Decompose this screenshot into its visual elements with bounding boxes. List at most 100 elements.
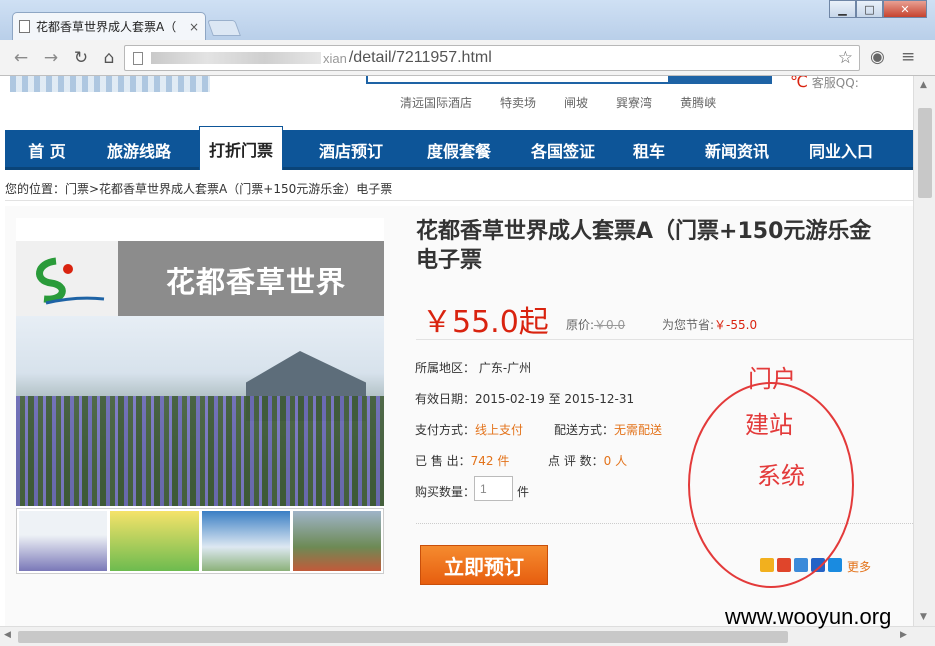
quantity-input[interactable] — [474, 476, 513, 501]
orig-label: 原价: — [566, 318, 595, 332]
sold-label: 已 售 出： — [415, 454, 471, 468]
share-more-link[interactable]: 更多 — [847, 558, 871, 574]
qq-label: 客服QQ: — [811, 76, 859, 90]
browser-window: 花都香草世界成人套票A（ × ▁ □ ✕ ← → ↻ ⌂ xian /detai… — [0, 0, 935, 646]
divider — [416, 339, 913, 340]
globe-icon[interactable]: ◉ — [870, 47, 885, 67]
maximize-button[interactable]: □ — [856, 0, 883, 18]
phone-icon: ℃ — [790, 76, 808, 91]
scroll-down-icon[interactable]: ▼ — [920, 612, 927, 622]
nav-item-hotels[interactable]: 酒店预订 — [293, 130, 409, 170]
home-icon[interactable]: ⌂ — [98, 48, 120, 68]
back-icon[interactable]: ← — [10, 48, 32, 68]
thumbnail[interactable] — [110, 511, 199, 571]
page-icon — [133, 51, 143, 65]
bookmark-star-icon[interactable]: ☆ — [838, 48, 853, 68]
hot-place-link[interactable]: 巽寮湾 — [616, 94, 652, 111]
scroll-thumb[interactable] — [18, 631, 788, 643]
reload-icon[interactable]: ↻ — [70, 48, 92, 68]
vertical-scrollbar[interactable]: ▲ ▼ — [913, 76, 935, 626]
breadcrumb: 您的位置：门票>花都香草世界成人套票A（门票+150元游乐金）电子票 — [5, 182, 393, 196]
new-tab-button[interactable] — [207, 20, 241, 36]
pay-row: 支付方式：线上支付 — [415, 421, 523, 438]
nav-item-visas[interactable]: 各国签证 — [509, 130, 617, 170]
watermark: www.wooyun.org — [725, 604, 892, 629]
park-logo-icon — [36, 257, 105, 305]
lavender-field-image — [16, 396, 384, 506]
hot-place-link[interactable]: 清远国际酒店 — [400, 94, 472, 111]
scroll-up-icon[interactable]: ▲ — [920, 80, 927, 90]
hot-place-link[interactable]: 黄腾峡 — [680, 94, 716, 111]
book-now-button[interactable]: 立即预订 — [420, 545, 548, 585]
site-logo — [10, 76, 210, 92]
delivery-label: 配送方式： — [554, 423, 615, 437]
thumbnail[interactable] — [19, 511, 108, 571]
browser-tab[interactable]: 花都香草世界成人套票A（ × — [12, 12, 206, 40]
tab-title: 花都香草世界成人套票A（ — [36, 20, 177, 34]
divider — [5, 200, 913, 201]
valid-row: 有效日期：2015-02-19 至 2015-12-31 — [415, 390, 634, 407]
forward-icon[interactable]: → — [40, 48, 62, 68]
close-window-button[interactable]: ✕ — [883, 0, 927, 18]
page-viewport: ℃ 客服QQ: 清远国际酒店 特卖场 闸坡 巽寮湾 黄腾峡 首 页 旅游线路 打… — [0, 76, 913, 626]
hot-place-link[interactable]: 闸坡 — [564, 94, 588, 111]
reviews-label: 点 评 数： — [548, 454, 604, 468]
redacted-url — [151, 52, 321, 64]
product-title-line2: 电子票 — [416, 248, 483, 273]
valid-label: 有效日期： — [415, 392, 476, 406]
pay-value: 线上支付 — [475, 423, 524, 437]
product-price: ￥55.0起 — [422, 305, 549, 340]
product-banner: 花都香草世界 — [16, 241, 384, 316]
nav-item-home[interactable]: 首 页 — [5, 130, 89, 170]
qty-label: 购买数量： — [415, 485, 476, 499]
browser-toolbar: ← → ↻ ⌂ xian /detail/7211957.html ☆ ◉ ≡ — [0, 40, 935, 76]
region-value: 广东-广州 — [478, 361, 532, 375]
product-photo — [16, 316, 384, 506]
orig-value: ￥0.0 — [594, 318, 626, 332]
url-fragment: xian — [323, 50, 347, 66]
main-nav: 首 页 旅游线路 打折门票 酒店预订 度假套餐 各国签证 租车 新闻资讯 同业入… — [5, 126, 913, 170]
address-bar[interactable]: xian /detail/7211957.html ☆ — [124, 45, 860, 71]
nav-item-agents[interactable]: 同业入口 — [793, 130, 889, 170]
thumbnail[interactable] — [201, 511, 290, 571]
nav-item-packages[interactable]: 度假套餐 — [409, 130, 509, 170]
scroll-right-icon[interactable]: ▶ — [900, 630, 907, 640]
nav-item-tickets[interactable]: 打折门票 — [199, 126, 283, 170]
park-logo — [16, 241, 118, 316]
thumbnail-strip — [16, 508, 384, 574]
scroll-thumb[interactable] — [918, 108, 932, 198]
valid-value: 2015-02-19 至 2015-12-31 — [475, 392, 635, 406]
nav-item-routes[interactable]: 旅游线路 — [89, 130, 189, 170]
scroll-left-icon[interactable]: ◀ — [4, 630, 11, 640]
site-search-button[interactable] — [668, 76, 772, 84]
qq-contact: ℃ 客服QQ: — [790, 76, 859, 91]
original-price: 原价:￥0.0 — [566, 316, 625, 333]
save-value: ￥-55.0 — [714, 318, 758, 332]
nav-item-news[interactable]: 新闻资讯 — [681, 130, 793, 170]
thumbnail[interactable] — [292, 511, 381, 571]
reviews-row: 点 评 数：0 人 — [548, 452, 627, 469]
delivery-value: 无需配送 — [614, 423, 663, 437]
url-text: /detail/7211957.html — [348, 49, 492, 66]
reviews-value: 0 人 — [603, 454, 628, 468]
savings: 为您节省:￥-55.0 — [662, 316, 757, 333]
qty-unit: 件 — [517, 485, 530, 499]
product-title-line1: 花都香草世界成人套票A（门票+150元游乐金 — [416, 219, 872, 244]
plus-share-icon[interactable] — [828, 558, 842, 572]
sold-row: 已 售 出：742 件 — [415, 452, 509, 469]
hot-place-link[interactable]: 特卖场 — [500, 94, 536, 111]
nav-item-car-rental[interactable]: 租车 — [617, 130, 681, 170]
close-tab-icon[interactable]: × — [189, 20, 199, 34]
sold-value: 742 件 — [470, 454, 510, 468]
region-label: 所属地区： — [415, 361, 476, 375]
window-controls: ▁ □ ✕ — [829, 0, 927, 18]
tab-strip: 花都香草世界成人套票A（ × ▁ □ ✕ — [0, 0, 935, 40]
minimize-button[interactable]: ▁ — [829, 0, 856, 18]
pay-label: 支付方式： — [415, 423, 476, 437]
delivery-row: 配送方式：无需配送 — [554, 421, 662, 438]
hot-places: 清远国际酒店 特卖场 闸坡 巽寮湾 黄腾峡 — [400, 94, 716, 111]
annotation-text: 建站 — [745, 411, 793, 439]
product-title: 花都香草世界成人套票A（门票+150元游乐金 电子票 — [416, 217, 913, 275]
region-row: 所属地区： 广东-广州 — [415, 359, 531, 376]
menu-icon[interactable]: ≡ — [901, 47, 915, 67]
